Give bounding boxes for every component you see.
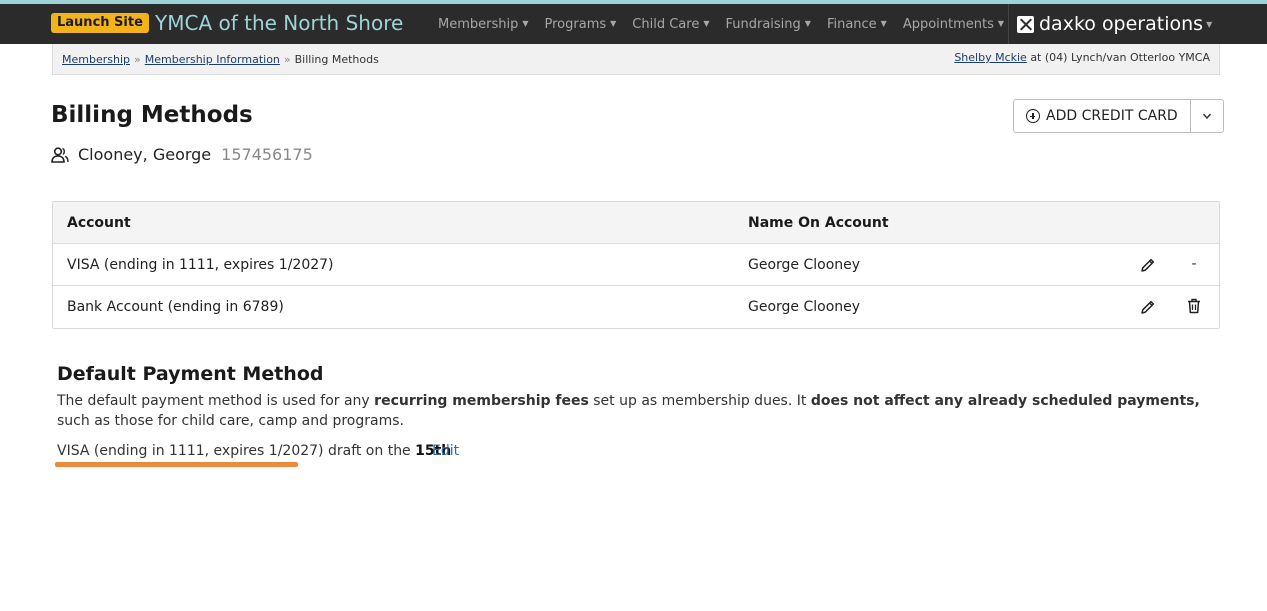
add-credit-card-label: ADD CREDIT CARD	[1046, 108, 1178, 124]
top-nav-bar: Launch Site YMCA of the North Shore Memb…	[0, 0, 1267, 44]
name-cell: George Clooney	[748, 257, 861, 273]
chevron-down-icon: ▼	[997, 19, 1005, 28]
table-header: Account Name On Account	[53, 202, 1219, 244]
nav-membership[interactable]: Membership ▼	[430, 4, 537, 44]
user-icon	[51, 146, 69, 163]
billing-methods-table: Account Name On Account VISA (ending in …	[52, 201, 1220, 329]
nav-appointments[interactable]: Appointments ▼	[895, 4, 1012, 44]
user-link[interactable]: Shelby Mckie	[954, 51, 1027, 64]
breadcrumb: Membership» Membership Information» Billin…	[62, 53, 379, 66]
column-header-name: Name On Account	[748, 215, 889, 231]
chevron-down-icon: ▼	[703, 19, 710, 28]
trash-icon[interactable]	[1186, 298, 1202, 316]
name-cell: George Clooney	[748, 299, 861, 315]
highlight-underline	[55, 462, 298, 467]
default-method-value: VISA (ending in 1111, expires 1/2027)	[57, 443, 324, 459]
breadcrumb-membership-information[interactable]: Membership Information	[145, 53, 280, 66]
breadcrumb-current: Billing Methods	[294, 53, 379, 66]
member-info: Clooney, George 157456175	[51, 145, 313, 164]
organization-name[interactable]: YMCA of the North Shore	[155, 10, 403, 36]
brand-name: daxko operations	[1039, 13, 1204, 35]
chevron-down-icon	[1202, 113, 1211, 120]
plus-circle-icon	[1026, 109, 1040, 123]
launch-site-button[interactable]: Launch Site	[51, 13, 149, 33]
add-options-dropdown[interactable]	[1191, 100, 1223, 132]
delete-unavailable-indicator: -	[1191, 256, 1197, 272]
chevron-down-icon: ▼	[804, 19, 811, 28]
daxko-logo-icon	[1017, 15, 1034, 33]
member-id: 157456175	[221, 145, 313, 164]
nav-finance[interactable]: Finance ▼	[819, 4, 895, 44]
edit-pencil-icon[interactable]	[1140, 299, 1156, 315]
breadcrumb-membership[interactable]: Membership	[62, 53, 130, 66]
nav-fundraising[interactable]: Fundraising ▼	[717, 4, 818, 44]
breadcrumb-separator: »	[283, 53, 291, 66]
chevron-down-icon: ▼	[880, 19, 887, 28]
brand-menu[interactable]: daxko operations ▼	[1008, 4, 1212, 44]
default-payment-method: VISA (ending in 1111, expires 1/2027) dr…	[57, 443, 452, 459]
add-credit-card-button-group: ADD CREDIT CARD	[1013, 99, 1224, 133]
account-cell: Bank Account (ending in 6789)	[67, 299, 284, 315]
page-title: Billing Methods	[51, 102, 253, 128]
main-nav: Membership ▼ Programs ▼ Child Care ▼ Fundra…	[430, 4, 1012, 44]
nav-programs[interactable]: Programs ▼	[537, 4, 625, 44]
chevron-down-icon: ▼	[610, 19, 617, 28]
breadcrumb-bar: Membership» Membership Information» Billin…	[52, 44, 1220, 75]
member-name: Clooney, George	[78, 145, 212, 164]
chevron-down-icon: ▼	[522, 19, 529, 28]
table-row: Bank Account (ending in 6789) George Clo…	[53, 286, 1219, 328]
table-row: VISA (ending in 1111, expires 1/2027) Ge…	[53, 244, 1219, 286]
nav-child-care[interactable]: Child Care ▼	[624, 4, 717, 44]
default-payment-description: The default payment method is used for a…	[57, 393, 1200, 429]
default-payment-title: Default Payment Method	[57, 363, 324, 385]
edit-default-payment-link[interactable]: Edit	[432, 443, 459, 459]
add-credit-card-button[interactable]: ADD CREDIT CARD	[1014, 100, 1191, 132]
user-location: Shelby Mckie at (04) Lynch/van Otterloo …	[954, 51, 1210, 64]
account-cell: VISA (ending in 1111, expires 1/2027)	[67, 257, 334, 273]
user-location-text: at (04) Lynch/van Otterloo YMCA	[1030, 51, 1210, 64]
chevron-down-icon: ▼	[1206, 19, 1213, 29]
breadcrumb-separator: »	[134, 53, 141, 66]
edit-pencil-icon[interactable]	[1140, 257, 1156, 273]
column-header-account: Account	[67, 215, 131, 231]
